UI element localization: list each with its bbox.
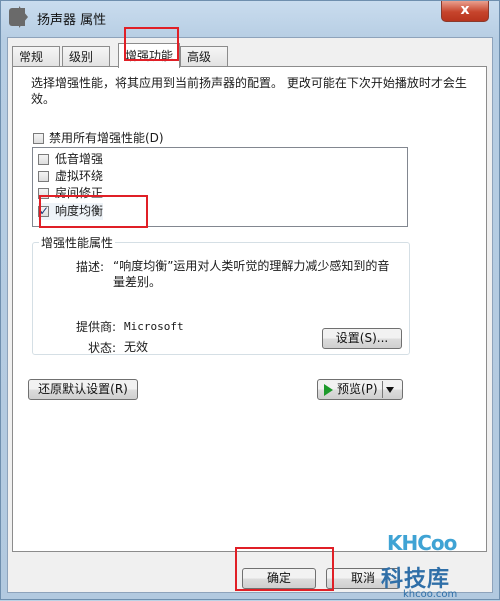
enhancements-panel: 选择增强性能，将其应用到当前扬声器的配置。 更改可能在下次开始播放时才会生效。 …	[12, 66, 487, 552]
restore-defaults-button[interactable]: 还原默认设置(R)	[28, 379, 138, 400]
list-item-label: 虚拟环绕	[55, 169, 104, 183]
tab-levels[interactable]: 级别	[62, 46, 110, 67]
watermark-logo: KHCoo	[387, 531, 457, 555]
checkbox-box[interactable]	[33, 133, 44, 144]
watermark-url: khcoo.com	[403, 589, 458, 600]
close-button[interactable]: x	[441, 1, 489, 22]
checkbox-box[interactable]	[38, 171, 49, 182]
status-value: 无效	[124, 340, 149, 354]
settings-button[interactable]: 设置(S)...	[322, 328, 402, 349]
list-item-label: 低音增强	[55, 152, 104, 166]
provider-label: 提供商:	[76, 320, 117, 334]
window-title: 扬声器 属性	[37, 13, 107, 28]
ok-button[interactable]: 确定	[242, 568, 316, 589]
preview-label: 预览(P)	[337, 382, 378, 396]
list-item-virtual-surround[interactable]: 虚拟环绕	[38, 168, 103, 185]
list-item-label: 房间修正	[55, 186, 104, 200]
list-item-room-correction[interactable]: 房间修正	[38, 185, 103, 202]
split-divider	[381, 381, 383, 398]
speaker-properties-window: 扬声器 属性 x 常规 级别 增强功能 高级 选择增强性能，将其应用到当前扬声器…	[0, 0, 500, 600]
enhancement-list[interactable]: 低音增强 虚拟环绕 房间修正 响度均衡	[32, 147, 408, 227]
preview-button[interactable]: 预览(P)	[317, 379, 403, 400]
group-label: 增强性能属性	[39, 234, 116, 251]
speaker-icon	[9, 6, 28, 28]
play-icon	[324, 383, 333, 396]
tab-general[interactable]: 常规	[12, 46, 60, 67]
dropdown-arrow-icon[interactable]	[385, 386, 394, 393]
title-bar: 扬声器 属性 x	[1, 1, 499, 35]
description-value: “响度均衡”运用对人类听觉的理解力减少感知到的音量差别。	[113, 259, 390, 289]
disable-all-enhancements-checkbox[interactable]: 禁用所有增强性能(D)	[33, 129, 164, 146]
checkbox-box[interactable]	[38, 188, 49, 199]
disable-all-label: 禁用所有增强性能(D)	[49, 131, 164, 145]
tab-advanced[interactable]: 高级	[180, 46, 228, 67]
description-label: 描述:	[76, 260, 105, 274]
list-item-label: 响度均衡	[55, 204, 104, 218]
list-item-bass-boost[interactable]: 低音增强	[38, 151, 103, 168]
dialog-client-area: 常规 级别 增强功能 高级 选择增强性能，将其应用到当前扬声器的配置。 更改可能…	[7, 37, 493, 593]
provider-value: Microsoft	[124, 320, 184, 333]
status-label: 状态:	[88, 341, 117, 355]
khcoo-watermark: KHCoo 科技库 khcoo.com	[381, 531, 491, 601]
list-item-loudness-equalization[interactable]: 响度均衡	[38, 203, 104, 220]
tab-enhancements[interactable]: 增强功能	[118, 43, 180, 68]
checkbox-box[interactable]	[38, 154, 49, 165]
enhancements-description: 选择增强性能，将其应用到当前扬声器的配置。 更改可能在下次开始播放时才会生效。	[31, 76, 467, 106]
checkbox-checked[interactable]	[38, 203, 49, 220]
enhancement-properties-group: 增强性能属性 描述: “响度均衡”运用对人类听觉的理解力减少感知到的音量差别。 …	[32, 234, 410, 355]
